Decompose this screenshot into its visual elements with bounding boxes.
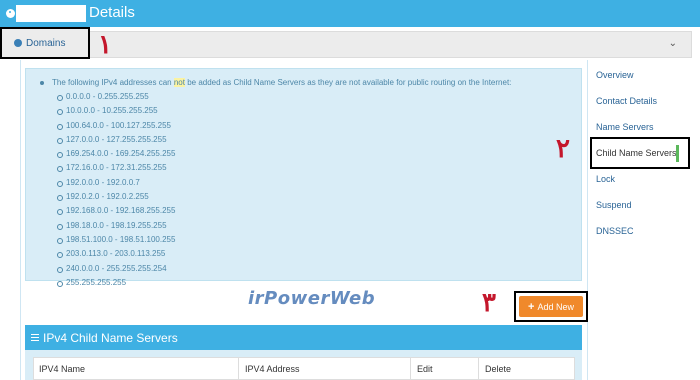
ip-range-item: 169.254.0.0 - 169.254.255.255 [57,147,581,161]
panel-title: IPv4 Child Name Servers [43,330,178,345]
ip-range-item: 192.168.0.0 - 192.168.255.255 [57,204,581,218]
add-new-highlight: + Add New [514,291,588,322]
alert-highlight: not [173,78,185,87]
ip-range-item: 172.16.0.0 - 172.31.255.255 [57,161,581,175]
active-indicator [676,145,679,162]
ip-range-item: 192.0.2.0 - 192.0.2.255 [57,190,581,204]
add-new-button[interactable]: + Add New [519,296,583,317]
column-header-delete: Delete [485,364,512,374]
ip-range-item: 203.0.113.0 - 203.0.113.255 [57,247,581,261]
column-divider [410,358,411,380]
ip-range-item: 198.18.0.0 - 198.19.255.255 [57,219,581,233]
domains-button[interactable]: Domains [0,27,90,59]
panel-header: IPv4 Child Name Servers [25,325,582,350]
child-ns-table: IPV4 Name IPV4 Address Edit Delete [33,357,575,380]
redacted-domain [16,5,86,22]
ip-range-list: 0.0.0.0 - 0.255.255.255 10.0.0.0 - 10.25… [26,88,581,290]
chevron-down-icon[interactable]: ⌄ [669,38,677,49]
ip-range-item: 198.51.100.0 - 198.51.100.255 [57,233,581,247]
plus-icon: + [528,300,535,313]
column-divider [478,358,479,380]
step-marker-1: ١ [98,30,112,60]
step-marker-3: ٣ [482,288,496,318]
header-bar: Details [0,0,700,27]
sidebar-item-dnssec[interactable]: DNSSEC [596,226,634,236]
header-circle-icon [6,9,15,18]
step-marker-2: ٢ [556,134,570,164]
watermark-logo: irPowerWeb [248,288,376,309]
add-new-label: Add New [537,301,574,312]
column-header-ipv4-name: IPV4 Name [39,364,86,374]
list-icon [31,332,39,343]
sidebar-item-name-servers[interactable]: Name Servers [596,122,654,132]
sidebar-item-lock[interactable]: Lock [596,174,615,184]
page-title: Details [89,4,135,21]
sidebar-item-label: Child Name Servers [596,148,677,158]
page: Details ⌄ Domains ١ The following IPv4 a… [0,0,700,380]
ip-range-item: 192.0.0.0 - 192.0.0.7 [57,176,581,190]
sidebar-item-child-name-servers[interactable]: Child Name Servers [590,137,690,169]
column-header-edit: Edit [417,364,433,374]
sidebar-item-suspend[interactable]: Suspend [596,200,632,210]
ip-range-item: 240.0.0.0 - 255.255.255.254 [57,262,581,276]
column-divider [238,358,239,380]
alert-message: The following IPv4 addresses can not be … [38,77,581,88]
ip-range-item: 0.0.0.0 - 0.255.255.255 [57,90,581,104]
ip-range-item: 127.0.0.0 - 127.255.255.255 [57,133,581,147]
sidebar-item-overview[interactable]: Overview [596,70,634,80]
globe-icon [14,39,22,47]
domains-label: Domains [26,37,66,49]
ip-range-item: 100.64.0.0 - 100.127.255.255 [57,119,581,133]
column-header-ipv4-address: IPV4 Address [245,364,300,374]
sidebar-item-contact-details[interactable]: Contact Details [596,96,657,106]
info-alert: The following IPv4 addresses can not be … [25,68,582,288]
ip-range-item: 10.0.0.0 - 10.255.255.255 [57,104,581,118]
